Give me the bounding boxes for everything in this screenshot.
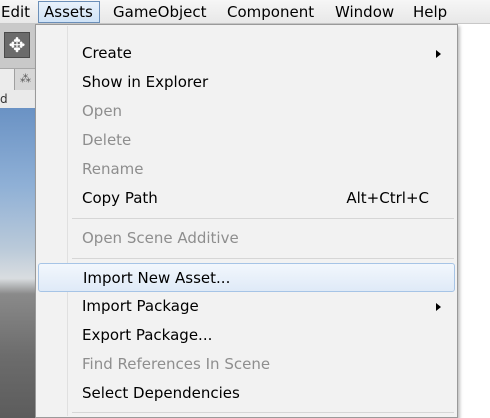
background-right [458,24,490,418]
move-tool-icon[interactable]: ✥ [4,32,30,58]
menu-item-label: Import New Asset... [83,269,231,287]
menu-window[interactable]: Window [330,1,399,23]
menu-item-create[interactable]: Create [38,39,455,68]
menu-item-label: Open [82,102,123,120]
hierarchy-strip: d [0,90,38,108]
menu-item-label: Show in Explorer [82,73,209,91]
tab-button[interactable] [0,69,15,90]
hierarchy-text: d [0,92,8,106]
menu-item-label: Copy Path [82,189,158,207]
menu-item-show-in-explorer[interactable]: Show in Explorer [38,68,455,97]
menu-item-delete: Delete [38,126,455,155]
menu-item-label: Delete [82,131,132,149]
menu-edit[interactable]: Edit [0,1,35,23]
menu-item-import-package[interactable]: Import Package [38,292,455,321]
menu-item-label: Find References In Scene [82,355,271,373]
menu-separator [72,218,454,219]
menu-item-label: Rename [82,160,144,178]
menu-help[interactable]: Help [408,1,452,23]
menu-item-export-package[interactable]: Export Package... [38,321,455,350]
menu-item-label: Export Package... [82,326,213,344]
menu-separator [72,258,454,259]
menu-item-find-references-in-scene: Find References In Scene [38,350,455,379]
menu-item-open-scene-additive: Open Scene Additive [38,224,455,253]
menu-item-label: Create [82,44,132,62]
menu-gameobject[interactable]: GameObject [108,1,212,23]
menu-item-label: Select Dependencies [82,384,240,402]
menu-item-open: Open [38,97,455,126]
menu-item-rename: Rename [38,155,455,184]
menu-item-label: Import Package [82,297,199,315]
menu-item-select-dependencies[interactable]: Select Dependencies [38,379,455,408]
menu-item-copy-path[interactable]: Copy Path Alt+Ctrl+C [38,184,455,213]
menu-item-import-new-asset[interactable]: Import New Asset... [38,263,455,292]
assets-dropdown-menu: Create Show in Explorer Open Delete Rena… [35,24,458,418]
menu-separator [72,412,454,413]
submenu-arrow-icon [436,50,441,58]
menu-item-shortcut: Alt+Ctrl+C [346,189,429,207]
submenu-arrow-icon [436,303,441,311]
menu-assets[interactable]: Assets [38,1,100,23]
menu-item-label: Open Scene Additive [82,229,239,247]
menu-component[interactable]: Component [222,1,319,23]
menu-bar: Edit Assets GameObject Component Window … [0,0,490,24]
scene-tab-icon[interactable]: ⁂ [20,72,31,85]
scene-view[interactable] [0,108,38,418]
